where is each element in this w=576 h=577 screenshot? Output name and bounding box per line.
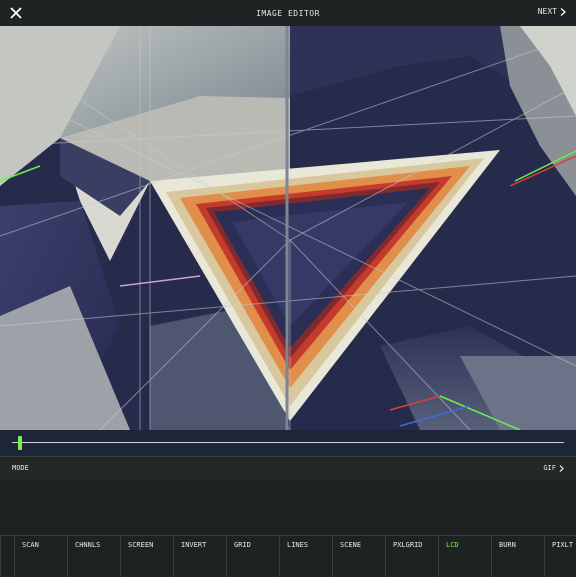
effect-scene[interactable]: SCENE (332, 536, 385, 577)
effect-lines[interactable]: LINES (279, 536, 332, 577)
close-button[interactable] (8, 5, 24, 21)
chevron-right-icon (560, 7, 566, 16)
next-button[interactable]: NEXT (538, 7, 566, 16)
top-bar: IMAGE EDITOR NEXT (0, 0, 576, 26)
scrubber-handle[interactable] (17, 436, 22, 450)
effect-pixlt[interactable]: PIXLT (544, 536, 576, 577)
effect-burn[interactable]: BURN (491, 536, 544, 577)
mode-label: MODE (12, 464, 29, 472)
effects-bar-edge (0, 536, 14, 577)
mode-bar: MODE GIF (0, 456, 576, 480)
effect-chnnls[interactable]: CHNNLS (67, 536, 120, 577)
effect-scan[interactable]: SCAN (14, 536, 67, 577)
page-title: IMAGE EDITOR (256, 8, 320, 18)
chevron-right-icon (559, 464, 564, 472)
edited-image (0, 26, 576, 430)
next-label: NEXT (537, 7, 557, 16)
effect-grid[interactable]: GRID (226, 536, 279, 577)
image-canvas[interactable] (0, 26, 576, 430)
mode-selector[interactable]: GIF (543, 464, 564, 472)
effect-pxlgrid[interactable]: PXLGRID (385, 536, 438, 577)
effect-invert[interactable]: INVERT (173, 536, 226, 577)
close-icon (10, 7, 22, 19)
effect-screen[interactable]: SCREEN (120, 536, 173, 577)
mode-value: GIF (543, 464, 556, 472)
effects-bar: SCAN CHNNLS SCREEN INVERT GRID LINES SCE… (0, 535, 576, 577)
timeline-scrubber[interactable] (0, 430, 576, 456)
effect-lcd[interactable]: LCD (438, 536, 491, 577)
options-panel (0, 479, 576, 535)
scrubber-track[interactable] (12, 442, 564, 443)
